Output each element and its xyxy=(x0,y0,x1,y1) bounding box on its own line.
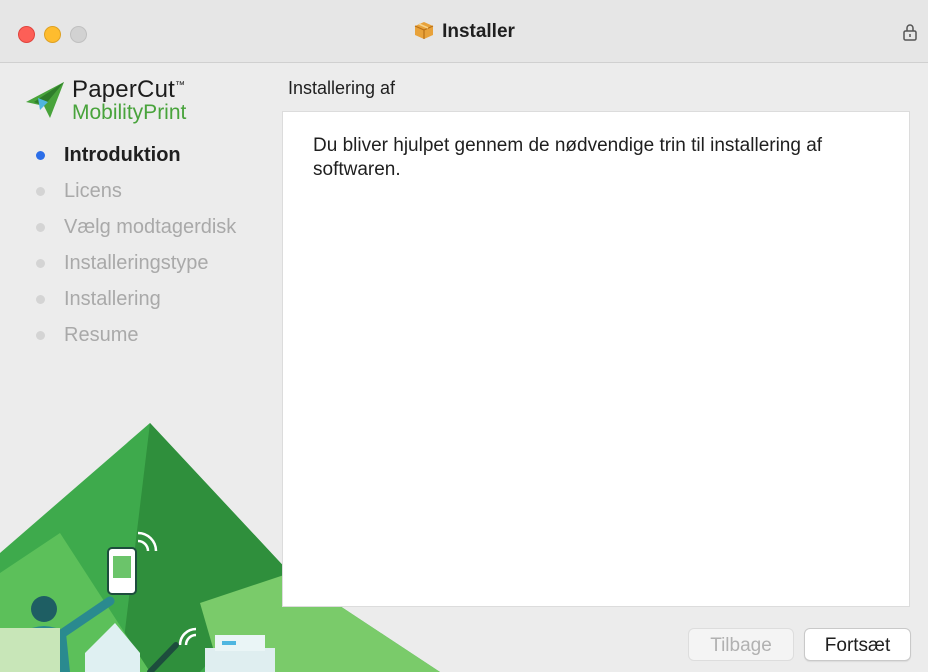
papercut-logo-mark-icon xyxy=(26,82,64,118)
step-introduktion: Introduktion xyxy=(36,143,236,179)
package-box-icon xyxy=(413,20,435,46)
logo-wordmark-mobilityprint: MobilityPrint xyxy=(72,101,187,124)
step-installering: Installering xyxy=(36,287,236,323)
install-steps-list: Introduktion Licens Vælg modtagerdisk In… xyxy=(36,143,236,359)
step-dot-icon xyxy=(36,187,45,196)
window-title-text: Installer xyxy=(442,21,515,42)
step-dot-icon xyxy=(36,295,45,304)
step-licens: Licens xyxy=(36,179,236,215)
title-bar: Installer xyxy=(0,0,928,63)
back-button[interactable]: Tilbage xyxy=(688,628,794,661)
step-dot-icon xyxy=(36,331,45,340)
continue-button[interactable]: Fortsæt xyxy=(804,628,911,661)
step-installeringstype: Installeringstype xyxy=(36,251,236,287)
content-panel: Du bliver hjulpet gennem de nødvendige t… xyxy=(282,111,910,607)
page-heading: Installering af xyxy=(288,78,396,98)
logo-wordmark-papercut: PaperCut™ xyxy=(72,76,186,103)
installer-window: Installer PaperCut™ MobilityPrint Introd… xyxy=(0,0,928,672)
step-vaelg-modtagerdisk: Vælg modtagerdisk xyxy=(36,215,236,251)
papercut-logo: PaperCut™ MobilityPrint xyxy=(24,76,224,128)
sidebar: PaperCut™ MobilityPrint Introduktion Lic… xyxy=(0,63,440,672)
step-dot-icon xyxy=(36,259,45,268)
step-current-dot-icon xyxy=(36,151,45,160)
intro-text: Du bliver hjulpet gennem de nødvendige t… xyxy=(313,135,823,180)
step-resume: Resume xyxy=(36,323,236,359)
lock-icon[interactable] xyxy=(900,22,920,42)
step-dot-icon xyxy=(36,223,45,232)
window-title: Installer xyxy=(0,20,928,46)
